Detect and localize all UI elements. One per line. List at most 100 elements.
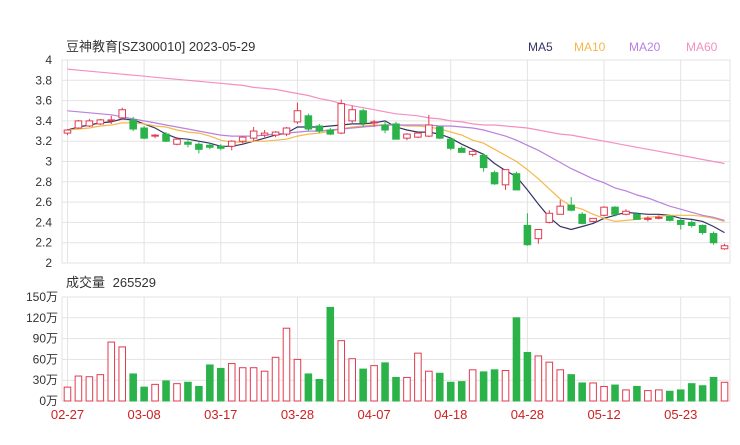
candle [589, 217, 597, 223]
candle-body [129, 119, 137, 130]
candle [720, 243, 729, 250]
volume-bar [479, 371, 488, 402]
candle-body [676, 219, 685, 225]
candle-body [436, 126, 444, 139]
candle-body [589, 217, 597, 222]
candle [282, 126, 291, 137]
candle [709, 231, 718, 245]
volume-tick-label: 120万 [26, 311, 58, 325]
candle-body [162, 133, 170, 142]
volume-bar [129, 373, 137, 402]
candle [304, 113, 313, 132]
candle [578, 212, 586, 225]
candle-body [74, 120, 83, 129]
volume-bar [238, 367, 247, 402]
candle [227, 140, 236, 151]
volume-tick-label: 30万 [33, 373, 58, 387]
price-tick-label: 2 [45, 256, 52, 270]
candle [414, 132, 422, 139]
kline-chart-panel: 豆神教育[SZ300010] 2023-05-29 MA5 MA10 MA20 MA6… [0, 0, 740, 440]
date-tick-label: 05-23 [664, 407, 697, 422]
volume-bar [534, 355, 543, 402]
candle [140, 125, 148, 140]
price-tick-label: 3.4 [35, 114, 52, 128]
volume-bar [118, 346, 127, 402]
volume-bar [687, 383, 696, 402]
candle-body [490, 172, 499, 185]
candle-body [370, 121, 378, 124]
candle [96, 118, 105, 125]
volume-bar [348, 358, 356, 402]
volume-bar [446, 381, 455, 402]
candle-body [151, 134, 159, 137]
candle-body [238, 136, 247, 142]
volume-bar [490, 369, 499, 402]
candle-body [260, 132, 269, 136]
price-tick-label: 3 [45, 155, 52, 169]
candle-body [217, 145, 225, 149]
volume-bar [271, 356, 280, 402]
candle-body [512, 173, 521, 191]
candle [63, 129, 72, 136]
legend-ma60: MA60 [686, 40, 718, 54]
volume-tick-label: 150万 [26, 290, 58, 304]
volume-bar [326, 306, 335, 402]
candle-body [622, 210, 630, 215]
candle-body [107, 119, 116, 122]
date-tick-label: 04-07 [357, 407, 390, 422]
volume-bar [698, 385, 707, 402]
candle [622, 209, 630, 216]
candle [676, 218, 685, 230]
legend-ma5: MA5 [528, 40, 553, 54]
volume-bar [414, 352, 422, 402]
volume-bar [304, 373, 313, 402]
candle-body [501, 169, 510, 186]
candle [195, 142, 203, 154]
candle-body [479, 154, 488, 169]
candle-body [173, 138, 181, 145]
date-axis: 02-27 03-08 03-17 03-28 04-07 04-18 04-28 05-12… [51, 407, 697, 422]
volume-bar [633, 385, 641, 402]
candle-body [304, 115, 313, 130]
candle [315, 123, 324, 134]
volume-bar [436, 372, 444, 402]
candle [665, 215, 674, 222]
volume-bar [337, 340, 346, 402]
moving-average-lines [67, 68, 725, 234]
volume-bar [392, 376, 400, 402]
volume-bar [173, 383, 181, 402]
chart-title: 豆神教育[SZ300010] 2023-05-29 [66, 39, 255, 54]
volume-bar [63, 386, 72, 402]
volume-bar [567, 374, 575, 402]
volume-bar [184, 381, 192, 402]
volume-bar [665, 390, 674, 402]
volume-bar [227, 363, 236, 402]
legend-ma10: MA10 [574, 40, 606, 54]
candle-body [523, 224, 532, 246]
date-tick-label: 03-28 [281, 407, 314, 422]
candle [107, 115, 116, 124]
candle-body [425, 124, 433, 137]
price-tick-label: 2.2 [35, 236, 52, 250]
candle [534, 229, 543, 244]
candle-body [271, 131, 280, 136]
candle [326, 128, 335, 136]
candle [468, 150, 477, 157]
candle-body [611, 206, 619, 215]
price-tick-label: 4 [45, 53, 52, 67]
date-tick-label: 04-18 [434, 407, 467, 422]
volume-bar [644, 390, 652, 402]
candle [457, 146, 466, 153]
price-tick-label: 2.8 [35, 175, 52, 189]
candle [337, 99, 346, 135]
candle-body [206, 144, 214, 148]
candle [545, 210, 554, 224]
volume-tick-label: 60万 [33, 352, 58, 366]
volume-bar [96, 374, 105, 402]
volume-bar [260, 370, 269, 402]
volume-bar [676, 389, 685, 402]
kline-chart: 豆神教育[SZ300010] 2023-05-29 MA5 MA10 MA20 MA6… [26, 39, 731, 422]
candle-body [567, 204, 575, 211]
ma60-line [67, 68, 725, 165]
candle-body [326, 129, 335, 135]
